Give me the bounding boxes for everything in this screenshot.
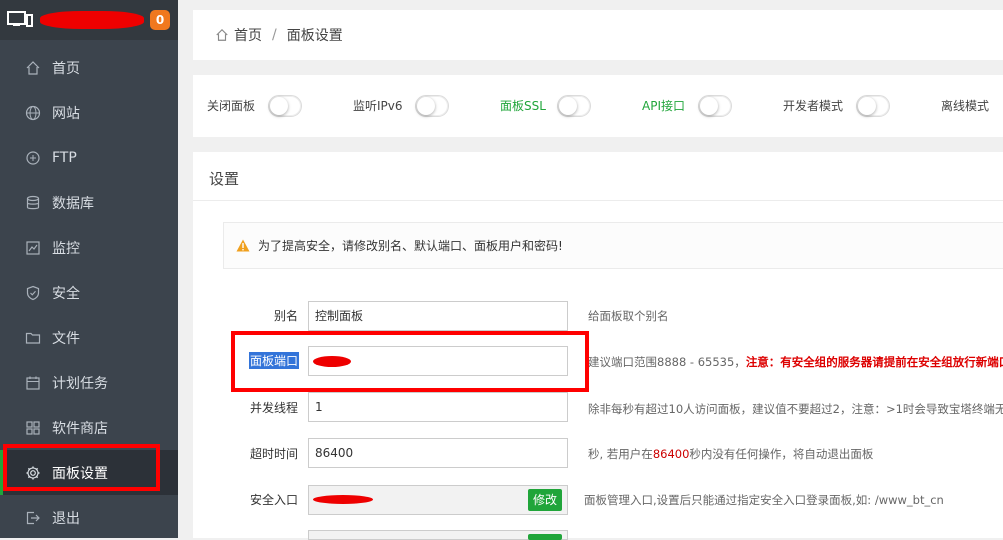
switch-label-api[interactable]: API接口 xyxy=(642,97,685,114)
timeout-hint-pre: 秒, 若用户在 xyxy=(588,447,653,461)
entry-modify-button[interactable]: 修改 xyxy=(528,489,562,511)
toggle-api[interactable] xyxy=(698,95,732,117)
sidebar-item-label: 监控 xyxy=(52,240,80,257)
switch-label-close-panel: 关闭面板 xyxy=(207,99,256,113)
toggle-ssl[interactable] xyxy=(557,95,591,117)
sidebar-item-website[interactable]: 网站 xyxy=(0,90,178,135)
switch-label-ssl[interactable]: 面板SSL xyxy=(500,97,546,114)
sidebar-item-files[interactable]: 文件 xyxy=(0,315,178,360)
logout-icon xyxy=(26,511,40,524)
timeout-hint-value: 86400 xyxy=(652,447,690,461)
ftp-icon xyxy=(26,150,40,165)
home-icon xyxy=(26,60,40,75)
sidebar-item-label: 软件商店 xyxy=(52,420,108,437)
threads-input[interactable]: 1 xyxy=(308,392,568,422)
notification-badge[interactable]: 0 xyxy=(150,10,170,30)
warning-icon xyxy=(236,239,250,252)
sidebar-item-label: 网站 xyxy=(52,105,80,122)
timeout-hint: 秒, 若用户在86400秒内没有任何操作，将自动退出面板 xyxy=(588,446,873,462)
port-hint-warning: 注意：有安全组的服务器请提前在安全组放行新端口 xyxy=(745,355,1003,369)
switch-label-offline: 离线模式 xyxy=(941,99,990,113)
port-hint-text: 建议端口范围8888 - 65535， xyxy=(588,355,746,369)
next-row-button[interactable] xyxy=(528,534,562,540)
calendar-icon xyxy=(26,376,40,390)
alert-text: 为了提高安全，请修改别名、默认端口、面板用户和密码! xyxy=(258,239,563,253)
breadcrumb-separator: / xyxy=(272,27,277,43)
home-icon xyxy=(216,28,228,41)
security-alert: 为了提高安全，请修改别名、默认端口、面板用户和密码! xyxy=(223,222,1003,269)
server-monitor-icon xyxy=(7,11,33,27)
sidebar-item-home[interactable]: 首页 xyxy=(0,45,178,90)
redacted-entry xyxy=(313,495,373,504)
grid-icon xyxy=(26,420,40,435)
breadcrumb-current: 面板设置 xyxy=(286,28,343,44)
toggle-dev-mode[interactable] xyxy=(856,95,890,117)
sidebar-item-database[interactable]: 数据库 xyxy=(0,180,178,225)
sidebar-item-label: 退出 xyxy=(52,510,80,527)
sidebar-item-ftp[interactable]: FTP xyxy=(0,135,178,180)
toggle-ipv6[interactable] xyxy=(415,95,449,117)
switch-label-dev-mode: 开发者模式 xyxy=(783,99,844,113)
divider xyxy=(193,200,1003,201)
sidebar-item-label: 首页 xyxy=(52,60,80,77)
port-hint: 建议端口范围8888 - 65535，注意：有安全组的服务器请提前在安全组放行新… xyxy=(588,354,1003,370)
annotation-highlight-port xyxy=(231,331,589,392)
shield-icon xyxy=(26,285,40,300)
database-icon xyxy=(26,195,40,209)
sidebar-item-label: 数据库 xyxy=(52,195,94,212)
threads-hint: 除非每秒有超过10人访问面板，建议值不要超过2，注意：>1时会导致宝塔终端无法使… xyxy=(588,402,1003,416)
timeout-input[interactable]: 86400 xyxy=(308,438,568,468)
timeout-label: 超时时间 xyxy=(249,447,298,461)
sidebar-item-cron[interactable]: 计划任务 xyxy=(0,360,178,405)
threads-label: 并发线程 xyxy=(249,401,298,415)
sidebar-item-logout[interactable]: 退出 xyxy=(0,495,178,540)
sidebar-item-monitor[interactable]: 监控 xyxy=(0,225,178,270)
toggle-close-panel[interactable] xyxy=(268,95,302,117)
alias-input[interactable]: 控制面板 xyxy=(308,301,568,331)
entry-hint: 面板管理入口,设置后只能通过指定安全入口登录面板,如: /www_bt_cn xyxy=(584,493,944,507)
timeout-hint-post: 秒内没有任何操作，将自动退出面板 xyxy=(689,447,874,461)
sidebar-item-security[interactable]: 安全 xyxy=(0,270,178,315)
brand-bar: 0 xyxy=(0,0,178,40)
entry-label: 安全入口 xyxy=(249,493,298,507)
monitor-chart-icon xyxy=(26,240,40,255)
annotation-highlight-sidebar xyxy=(3,444,160,491)
breadcrumb: 首页 / 面板设置 xyxy=(193,10,1003,60)
alias-hint: 给面板取个别名 xyxy=(588,309,669,323)
redacted-hostname xyxy=(40,11,144,29)
alias-label: 别名 xyxy=(273,309,298,323)
breadcrumb-home-link[interactable]: 首页 xyxy=(234,25,262,45)
sidebar-item-label: 安全 xyxy=(52,285,80,302)
sidebar-item-label: FTP xyxy=(52,149,77,166)
settings-title: 设置 xyxy=(209,170,240,188)
sidebar-item-label: 文件 xyxy=(52,330,80,347)
globe-icon xyxy=(25,105,41,120)
sidebar-item-label: 计划任务 xyxy=(52,375,108,392)
folder-icon xyxy=(25,332,41,344)
switch-label-ipv6: 监听IPv6 xyxy=(353,99,403,113)
